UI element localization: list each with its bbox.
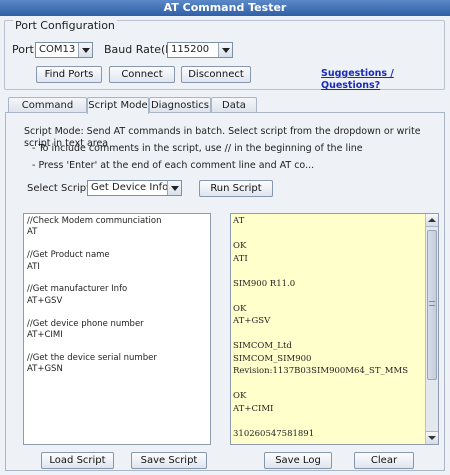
log-scrollbar[interactable] [425, 214, 438, 444]
enter-hint: - Press 'Enter' at the end of each comme… [32, 160, 315, 171]
tab-data-call[interactable]: Data Call [211, 97, 257, 126]
scroll-up-arrow-icon[interactable] [426, 214, 438, 227]
run-script-button[interactable]: Run Script [199, 180, 273, 197]
load-script-button[interactable]: Load Script [41, 452, 114, 469]
port-label: Port [12, 43, 34, 56]
script-select[interactable]: Get Device Info [87, 180, 182, 196]
tab-diagnostics[interactable]: Diagnostics [149, 97, 211, 113]
scroll-down-arrow-icon[interactable] [426, 431, 438, 444]
tab-command-mode[interactable]: Command Mode [8, 97, 87, 126]
select-script-label: Select Script [27, 183, 91, 194]
scroll-thumb[interactable] [427, 230, 437, 380]
port-select[interactable]: COM13 [35, 42, 93, 58]
response-log-content: AT OK ATI SIM900 R11.0 OK AT+GSV SIMCOM_… [233, 216, 409, 439]
chevron-down-icon[interactable] [78, 43, 92, 57]
suggestions-link[interactable]: Suggestions / Questions? [321, 68, 450, 92]
baud-rate-select-value: 115200 [171, 44, 210, 55]
save-log-button[interactable]: Save Log [264, 452, 332, 469]
find-ports-button[interactable]: Find Ports [36, 66, 102, 83]
clear-button[interactable]: Clear [354, 452, 414, 469]
disconnect-button[interactable]: Disconnect [181, 66, 251, 83]
port-select-value: COM13 [39, 44, 76, 55]
response-log[interactable]: AT OK ATI SIM900 R11.0 OK AT+GSV SIMCOM_… [230, 213, 439, 445]
port-configuration-label: Port Configuration [13, 19, 117, 32]
chevron-down-icon[interactable] [167, 181, 181, 195]
save-script-button[interactable]: Save Script [131, 452, 207, 469]
comments-hint: - To include comments in the script, use… [32, 143, 363, 154]
script-content: //Check Modem communciation AT //Get Pro… [27, 216, 162, 375]
script-select-value: Get Device Info [91, 182, 169, 193]
grip-icon [429, 301, 435, 306]
window-title: AT Command Tester [0, 0, 450, 16]
script-textarea[interactable]: //Check Modem communciation AT //Get Pro… [23, 213, 211, 445]
chevron-down-icon[interactable] [218, 43, 232, 57]
connect-button[interactable]: Connect [109, 66, 175, 83]
baud-rate-select[interactable]: 115200 [167, 42, 233, 58]
tab-script-mode[interactable]: Script Mode [87, 97, 149, 114]
